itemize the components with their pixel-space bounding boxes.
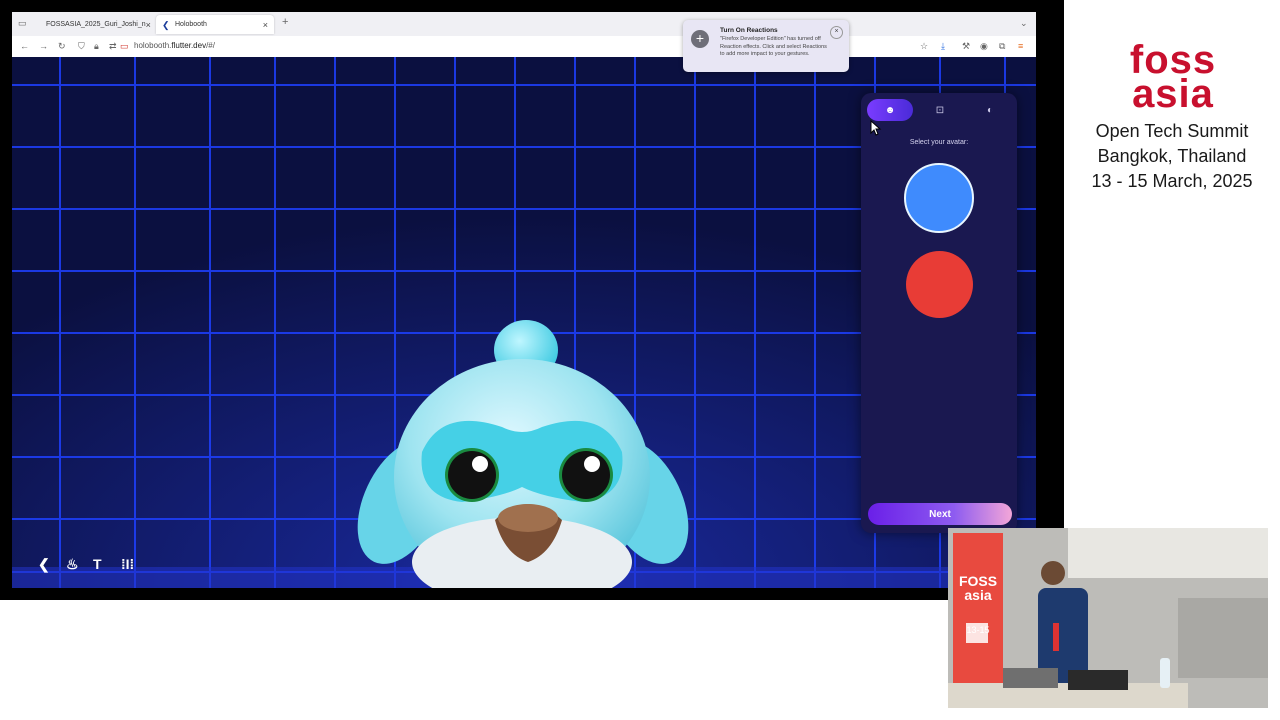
- notification-body: "Firefox Developer Edition" has turned o…: [720, 36, 827, 57]
- new-tab-button[interactable]: +: [282, 17, 288, 28]
- tab-fossasia[interactable]: FOSSASIA_2025_Guri_Joshi_n ×: [36, 15, 154, 34]
- tab-holobooth[interactable]: ❮ Holobooth ×: [156, 15, 274, 34]
- nav-toolbar: ← → ↻ ⛉ 🔒︎ ⇄ ▭ holobooth.flutter.dev/#/ …: [12, 36, 1036, 58]
- close-icon[interactable]: ×: [146, 20, 151, 30]
- tab-label: Holobooth: [175, 21, 207, 28]
- extensions-icon[interactable]: ⧉: [999, 41, 1005, 52]
- browser-window: ▭ FOSSASIA_2025_Guri_Joshi_n × ❮ Holoboo…: [12, 12, 1036, 588]
- camera-indicator-icon[interactable]: ▭: [120, 41, 129, 52]
- tab-background[interactable]: ⊡: [917, 99, 963, 121]
- menu-icon[interactable]: ≡: [1018, 41, 1023, 52]
- summit-dates: 13 - 15 March, 2025: [1091, 171, 1253, 191]
- firebase-logo-icon: ♨: [66, 556, 79, 572]
- close-icon[interactable]: ×: [263, 20, 268, 30]
- url-bar[interactable]: holobooth.flutter.dev/#/: [134, 41, 215, 50]
- image-frame-icon: ⊡: [935, 104, 945, 116]
- svg-text:asia: asia: [1132, 72, 1214, 110]
- download-icon[interactable]: ⤓: [941, 41, 945, 52]
- avatar-option-blue[interactable]: [904, 163, 974, 233]
- wrench-icon[interactable]: ⚒: [962, 41, 970, 52]
- flutter-icon: ❮: [162, 19, 170, 30]
- summit-location: Bangkok, Thailand: [1097, 146, 1247, 166]
- profile-icon[interactable]: ◉: [980, 41, 988, 52]
- fossasia-logo: foss asia: [1130, 40, 1215, 110]
- avatar-panel: ☻ ⊡ ◐ Select your avatar: Next: [861, 93, 1017, 533]
- holobooth-scene: ❮ ♨ T ⁞I⁞ ☻ ⊡ ◐ Select your avatar: Next: [12, 57, 1036, 588]
- tab-props[interactable]: ◐: [967, 99, 1013, 121]
- back-icon[interactable]: ←: [20, 41, 29, 52]
- tab-avatar[interactable]: ☻: [867, 99, 913, 121]
- speaker-camera-feed: FOSS asia 13-15: [948, 528, 1268, 708]
- mouse-cursor-icon: [870, 120, 882, 136]
- flutter-logo-icon: ❮: [38, 556, 50, 572]
- svg-text:asia: asia: [964, 587, 991, 603]
- tab-label: FOSSASIA_2025_Guri_Joshi_n: [46, 21, 146, 28]
- lock-icon: 🔒︎: [94, 41, 99, 51]
- svg-text:13-15: 13-15: [966, 625, 989, 635]
- panel-label: Select your avatar:: [909, 139, 969, 146]
- forward-icon[interactable]: →: [39, 41, 48, 52]
- face-icon: ☻: [884, 104, 896, 116]
- reactions-notification: + Turn On Reactions "Firefox Developer E…: [683, 20, 849, 72]
- notification-title: Turn On Reactions: [720, 27, 778, 34]
- summit-title: Open Tech Summit: [1095, 121, 1249, 141]
- shield-icon[interactable]: ⛉: [78, 41, 85, 52]
- plus-icon: +: [691, 30, 709, 48]
- reload-icon[interactable]: ↻: [58, 41, 66, 52]
- next-button[interactable]: Next: [868, 503, 1012, 525]
- mediapipe-logo-icon: ⁞I⁞: [121, 556, 135, 572]
- bird-avatar: [357, 320, 689, 588]
- close-icon[interactable]: ×: [830, 26, 843, 39]
- bookmark-star-icon[interactable]: ☆: [920, 41, 928, 52]
- permissions-icon[interactable]: ⇄: [109, 41, 117, 52]
- chevron-down-icon[interactable]: ⌄: [1020, 18, 1028, 29]
- camera-image: FOSS asia 13-15: [948, 528, 1268, 708]
- tensorflow-logo-icon: T: [93, 556, 102, 572]
- tab-bar: ▭ FOSSASIA_2025_Guri_Joshi_n × ❮ Holoboo…: [12, 12, 1036, 36]
- palette-icon: ◐: [986, 104, 994, 116]
- tab-list-icon[interactable]: ▭: [18, 18, 27, 29]
- avatar-option-red[interactable]: [906, 251, 973, 318]
